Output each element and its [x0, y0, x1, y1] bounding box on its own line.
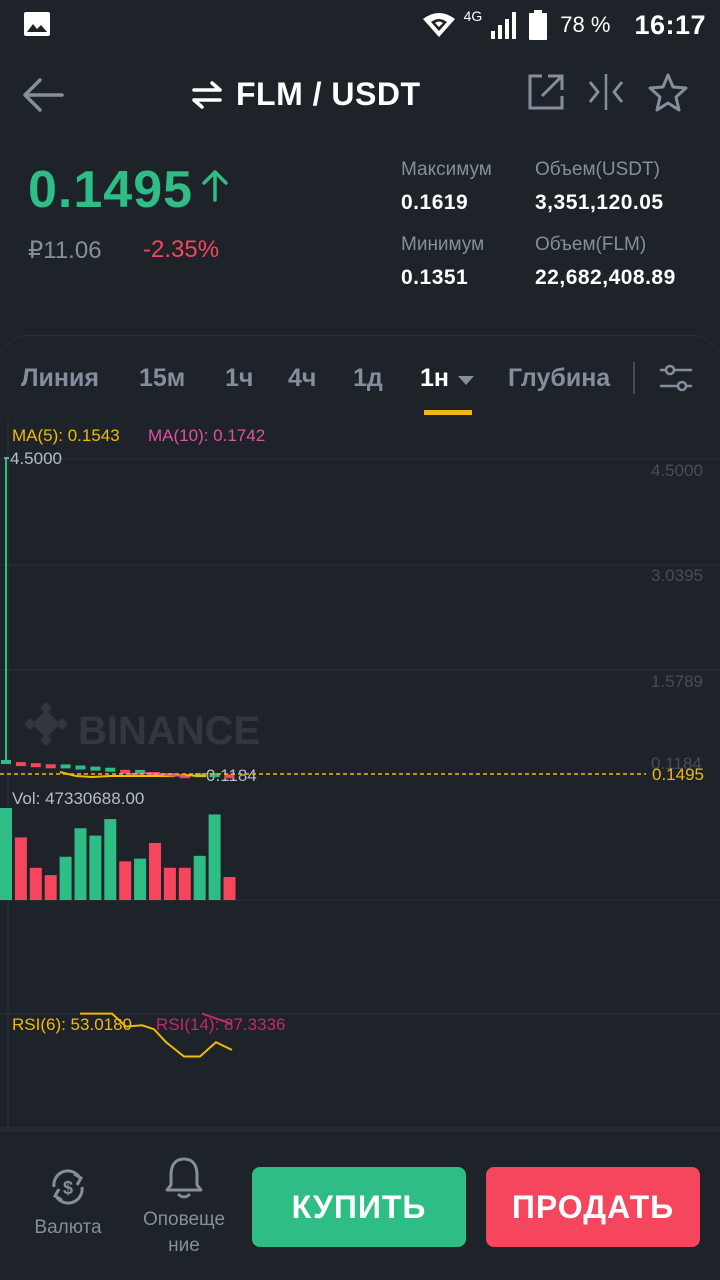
tab-4h[interactable]: 4ч — [288, 364, 316, 393]
volume-bar — [223, 877, 236, 900]
change-percent: -2.35% — [143, 236, 220, 263]
status-bar: 4G 78 % 16:17 — [0, 0, 720, 50]
candle — [15, 762, 26, 767]
tab-divider — [633, 362, 635, 394]
header: FLM / USDT — [0, 50, 720, 140]
volume-bar — [208, 814, 221, 900]
high-label: Максимум — [401, 159, 492, 180]
candle — [1, 760, 11, 764]
low-label: Минимум — [401, 234, 485, 255]
volume-bar — [119, 861, 132, 900]
ma10-label: MA(10): 0.1742 — [148, 426, 266, 445]
last-price: 0.1495 — [28, 161, 194, 219]
candle — [45, 764, 56, 769]
alerts-label: Оповеще — [142, 1209, 226, 1230]
price-axis-label: 3.0395 — [651, 566, 703, 585]
currency-exchange-icon: $ — [52, 1169, 84, 1205]
tab-1w[interactable]: 1н — [420, 364, 449, 393]
svg-text:$: $ — [63, 1178, 73, 1198]
candle — [224, 774, 235, 779]
volume-bar — [163, 867, 176, 900]
buy-button[interactable]: КУПИТЬ — [252, 1167, 466, 1247]
wifi-icon — [422, 13, 455, 37]
volume-bar — [104, 819, 117, 900]
svg-text:BINANCE: BINANCE — [78, 709, 260, 753]
battery-percent: 78 % — [560, 12, 611, 37]
candle — [105, 767, 116, 772]
volume-bar — [14, 837, 27, 900]
rsi14-label: RSI(14): 87.3336 — [156, 1015, 286, 1034]
pair-selector[interactable]: FLM / USDT — [190, 76, 421, 113]
chart-panel: Линия 15м 1ч 4ч 1д 1н Глубина BINANCE 4.… — [0, 336, 720, 1136]
alerts-nav[interactable]: Оповеще ние — [136, 1155, 232, 1259]
interval-tabs: Линия 15м 1ч 4ч 1д 1н Глубина — [0, 336, 720, 420]
bell-icon — [165, 1157, 203, 1199]
volume-label: Vol: 47330688.00 — [12, 789, 145, 808]
volume-bar — [59, 856, 72, 900]
battery-icon — [529, 10, 548, 40]
volume-base-value: 22,682,408.89 — [535, 266, 676, 289]
volume-base-label: Объем(FLM) — [535, 234, 647, 255]
back-arrow-icon[interactable] — [22, 76, 64, 114]
volume-bar — [134, 858, 147, 900]
price-axis-label: 4.5000 — [651, 461, 703, 480]
price-axis-label: 1.5789 — [651, 672, 703, 691]
max-price-marker: 4.5000 — [10, 449, 62, 468]
low-value: 0.1351 — [401, 266, 469, 289]
currency-label: Валюта — [34, 1217, 102, 1238]
arrow-up-icon — [202, 170, 228, 202]
candle — [75, 765, 86, 770]
gallery-icon — [24, 12, 50, 36]
tab-line[interactable]: Линия — [21, 364, 99, 393]
binance-watermark: BINANCE — [24, 702, 260, 753]
sell-button[interactable]: ПРОДАТЬ — [486, 1167, 700, 1247]
bottom-action-bar: $ Валюта Оповеще ние КУПИТЬ ПРОДАТЬ — [0, 1130, 720, 1280]
chevron-down-icon[interactable] — [458, 376, 474, 385]
pair-title: FLM / USDT — [236, 76, 421, 112]
candle — [90, 766, 101, 771]
volume-bar — [44, 875, 57, 900]
volume-bar — [89, 835, 102, 900]
swap-icon — [192, 80, 222, 109]
volume-bar — [29, 867, 42, 900]
alerts-label-2: ние — [168, 1235, 200, 1256]
ma5-label: MA(5): 0.1543 — [12, 426, 120, 445]
signal-icon — [491, 12, 517, 39]
network-type: 4G — [463, 8, 483, 24]
active-tab-indicator — [424, 410, 472, 415]
clock: 16:17 — [634, 9, 706, 40]
volume-bars — [0, 808, 236, 900]
rsi6-label: RSI(6): 53.0180 — [12, 1015, 133, 1034]
candle — [30, 763, 41, 768]
chart-settings-icon[interactable] — [658, 360, 694, 396]
last-price-label: 0.1495 — [652, 765, 704, 784]
volume-bar — [74, 828, 87, 900]
high-value: 0.1619 — [401, 191, 469, 214]
volume-bar — [193, 855, 206, 900]
volume-quote-label: Объем(USDT) — [535, 159, 660, 180]
tab-1d[interactable]: 1д — [353, 364, 383, 393]
tab-depth[interactable]: Глубина — [508, 364, 610, 393]
tab-15m[interactable]: 15м — [139, 364, 185, 393]
compare-icon[interactable] — [586, 72, 626, 112]
tab-1h[interactable]: 1ч — [225, 364, 253, 393]
fullscreen-icon[interactable] — [526, 72, 566, 112]
price-rub: ₽11.06 — [28, 237, 102, 264]
volume-quote-value: 3,351,120.05 — [535, 191, 664, 214]
currency-nav[interactable]: $ Валюта — [26, 1165, 110, 1241]
volume-bar — [0, 808, 12, 900]
volume-bar — [178, 867, 191, 900]
candle — [120, 769, 131, 774]
volume-bar — [149, 842, 161, 900]
star-icon[interactable] — [648, 72, 688, 112]
candle — [60, 764, 71, 769]
